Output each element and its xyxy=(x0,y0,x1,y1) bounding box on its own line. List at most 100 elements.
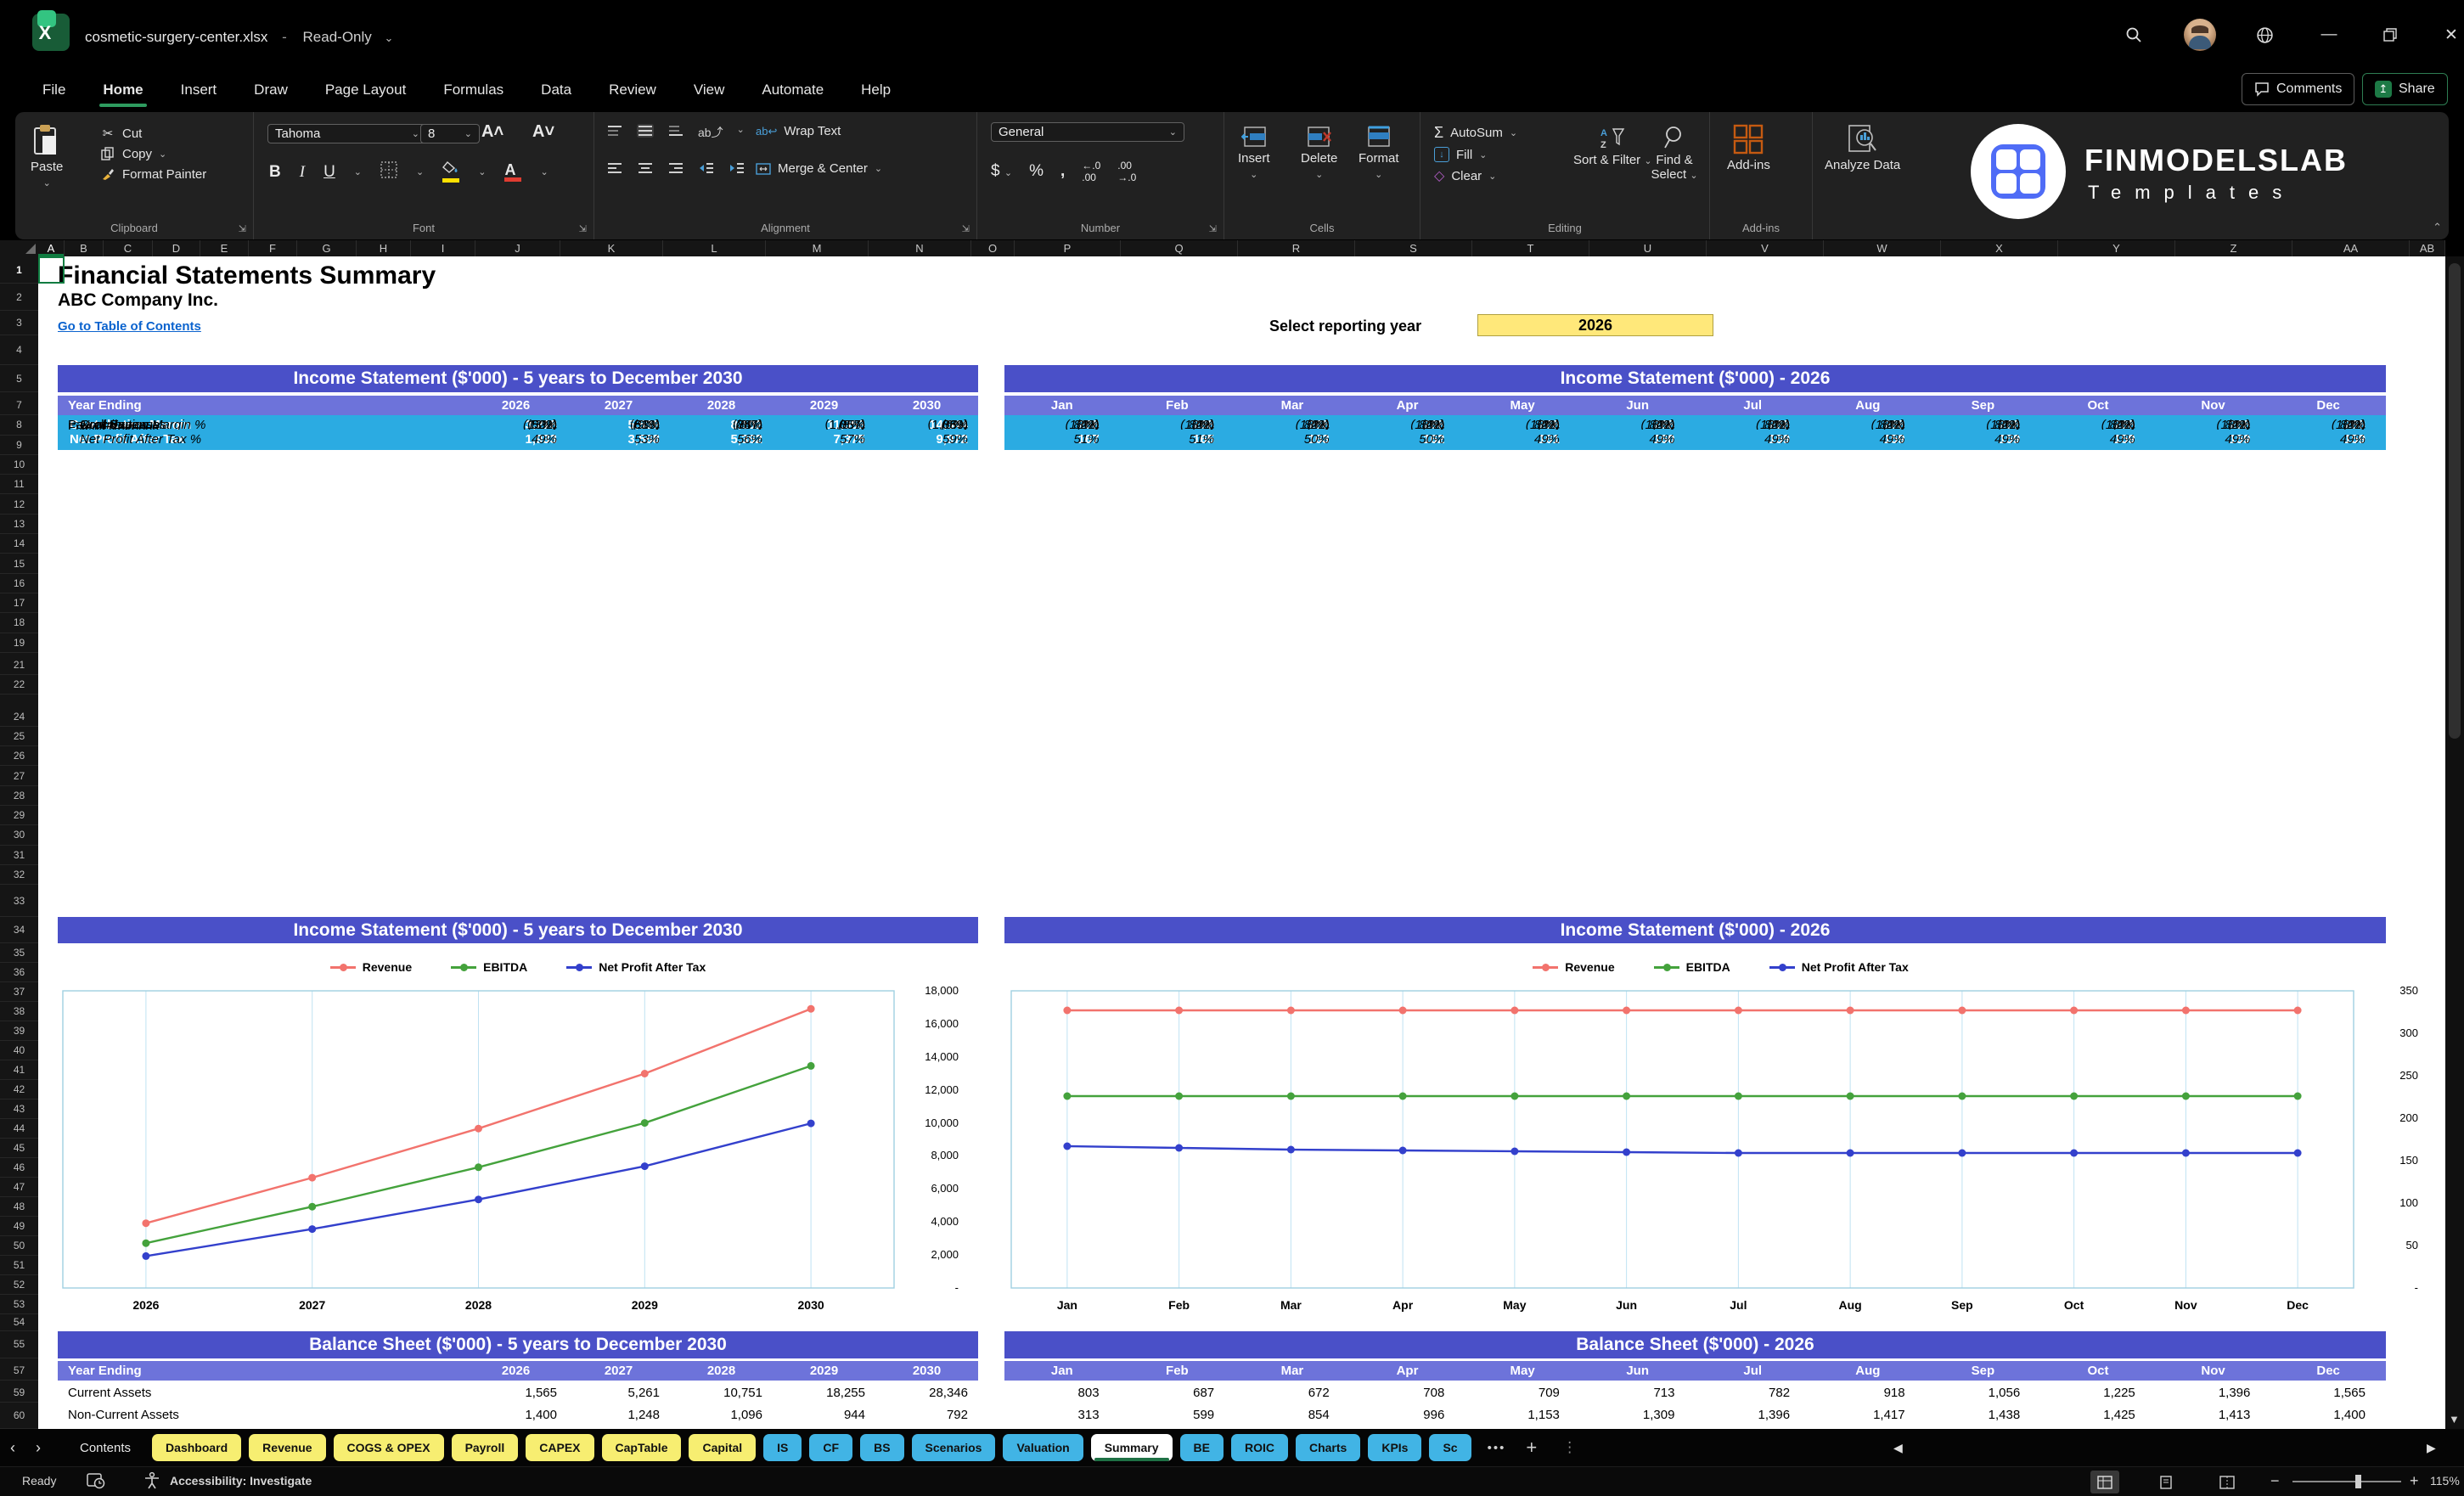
addins-button[interactable]: Add-ins xyxy=(1727,124,1770,172)
cell[interactable]: 49% xyxy=(1926,430,2041,449)
sheet-tab-contents[interactable]: Contents xyxy=(66,1434,144,1461)
cell[interactable]: May xyxy=(1465,1361,1580,1381)
cell[interactable]: 918 xyxy=(1810,1383,1926,1403)
vertical-scrollbar[interactable]: ▼ xyxy=(2445,256,2464,1429)
globe-icon[interactable] xyxy=(2252,22,2277,48)
column-header-AB[interactable]: AB xyxy=(2410,240,2445,256)
menu-tab-insert[interactable]: Insert xyxy=(162,71,236,109)
column-headers[interactable]: A B C D E F G H I J K L M N O P Q R S T U V W X Y Z AA AB xyxy=(38,240,2445,257)
menu-tab-automate[interactable]: Automate xyxy=(743,71,842,109)
row-header-22[interactable]: 22 xyxy=(0,675,38,695)
column-header-U[interactable]: U xyxy=(1589,240,1707,256)
column-header-Y[interactable]: Y xyxy=(2058,240,2175,256)
cell[interactable]: 944 xyxy=(773,1405,875,1425)
row-header-57[interactable]: 57 xyxy=(0,1361,38,1381)
sheet-tab-cogs-opex[interactable]: COGS & OPEX xyxy=(333,1434,444,1461)
cell[interactable]: Feb xyxy=(1120,396,1235,415)
accounting-format-button[interactable]: $ ⌄ xyxy=(991,162,1012,181)
cell[interactable]: 996 xyxy=(1350,1405,1465,1425)
menu-tab-page-layout[interactable]: Page Layout xyxy=(307,71,425,109)
borders-button[interactable] xyxy=(380,161,397,183)
sheet-tab-payroll[interactable]: Payroll xyxy=(451,1434,519,1461)
row-header-27[interactable]: 27 xyxy=(0,766,38,786)
page-break-view-icon[interactable] xyxy=(2213,1471,2242,1493)
merge-center-button[interactable]: Merge & Center ⌄ xyxy=(756,161,882,176)
format-painter-button[interactable]: Format Painter xyxy=(100,166,206,182)
display-settings-icon[interactable] xyxy=(87,1471,105,1493)
row-header-42[interactable]: 42 xyxy=(0,1080,38,1100)
grow-font-button[interactable]: A˄ xyxy=(481,122,503,142)
align-right-icon[interactable] xyxy=(667,161,684,175)
cell[interactable]: 49% xyxy=(1580,430,1696,449)
cell[interactable]: 51% xyxy=(1004,430,1120,449)
cell[interactable]: 57% xyxy=(773,430,875,449)
column-header-L[interactable]: L xyxy=(663,240,766,256)
cell[interactable]: 1,413 xyxy=(2156,1405,2271,1425)
cell[interactable]: 313 xyxy=(1004,1405,1120,1425)
sheet-tab-be[interactable]: BE xyxy=(1179,1434,1224,1461)
cell[interactable]: 803 xyxy=(1004,1383,1120,1403)
cell[interactable]: 1,096 xyxy=(670,1405,773,1425)
zoom-slider-thumb[interactable] xyxy=(2355,1475,2361,1488)
row-header-52[interactable]: 52 xyxy=(0,1275,38,1295)
row-header-17[interactable]: 17 xyxy=(0,593,38,614)
column-header-B[interactable]: B xyxy=(65,240,104,256)
number-format-select[interactable]: General ⌄ xyxy=(991,122,1184,142)
font-color-button[interactable]: A xyxy=(504,162,522,182)
cell[interactable]: Sep xyxy=(1926,396,2041,415)
cell[interactable]: Jul xyxy=(1695,1361,1810,1381)
tab-scroll-right-icon[interactable]: › xyxy=(25,1439,51,1457)
column-header-O[interactable]: O xyxy=(971,240,1015,256)
fill-button[interactable]: ↓ Fill ⌄ xyxy=(1434,147,1517,162)
row-header-4[interactable]: 4 xyxy=(0,335,38,365)
tab-splitter-icon[interactable]: ⋮ xyxy=(1562,1439,1577,1456)
column-header-I[interactable]: I xyxy=(411,240,475,256)
align-bottom-icon[interactable] xyxy=(667,124,684,138)
cell[interactable]: 854 xyxy=(1235,1405,1350,1425)
page-layout-view-icon[interactable] xyxy=(2152,1471,2180,1493)
cell[interactable]: 49% xyxy=(464,430,567,449)
select-all-corner[interactable] xyxy=(0,240,38,256)
shrink-font-button[interactable]: A˅ xyxy=(532,122,554,142)
zoom-out-button[interactable]: − xyxy=(2270,1472,2280,1490)
row-header-33[interactable]: 33 xyxy=(0,885,38,917)
column-header-S[interactable]: S xyxy=(1355,240,1472,256)
row-header-14[interactable]: 14 xyxy=(0,534,38,554)
column-header-F[interactable]: F xyxy=(249,240,297,256)
hscroll-right-icon[interactable]: ▶ xyxy=(2416,1441,2446,1455)
row-header-8[interactable]: 8 xyxy=(0,415,38,436)
font-name-select[interactable]: Tahoma ⌄ xyxy=(267,124,427,143)
row-header-2[interactable]: 2 xyxy=(0,284,38,311)
cell[interactable]: 59% xyxy=(875,430,978,449)
delete-cells-button[interactable]: Delete ⌄ xyxy=(1301,126,1337,180)
cell[interactable]: Non-Current Assets xyxy=(58,1405,464,1425)
menu-tab-view[interactable]: View xyxy=(675,71,744,109)
cell[interactable]: 599 xyxy=(1120,1405,1235,1425)
row-header-30[interactable]: 30 xyxy=(0,825,38,846)
cell[interactable]: Jun xyxy=(1580,396,1696,415)
align-center-icon[interactable] xyxy=(637,161,654,175)
sheet-tab-sc[interactable]: Sc xyxy=(1429,1434,1471,1461)
row-header-11[interactable]: 11 xyxy=(0,475,38,495)
cell[interactable]: 49% xyxy=(2040,430,2156,449)
sheet-tab-capital[interactable]: Capital xyxy=(689,1434,757,1461)
column-header-A[interactable]: A xyxy=(38,240,65,256)
cell[interactable]: 1,248 xyxy=(567,1405,670,1425)
row-header-51[interactable]: 51 xyxy=(0,1256,38,1275)
column-header-W[interactable]: W xyxy=(1824,240,1941,256)
row-header-44[interactable]: 44 xyxy=(0,1119,38,1139)
cell[interactable]: 50% xyxy=(1235,430,1350,449)
cell[interactable]: 51% xyxy=(1120,430,1235,449)
row-header-54[interactable]: 54 xyxy=(0,1314,38,1331)
hscroll-left-icon[interactable]: ◀ xyxy=(1883,1441,1913,1455)
row-header-47[interactable]: 47 xyxy=(0,1178,38,1197)
cell[interactable]: 2027 xyxy=(567,396,670,415)
menu-tab-review[interactable]: Review xyxy=(590,71,675,109)
cell[interactable]: 10,751 xyxy=(670,1383,773,1403)
underline-button[interactable]: U xyxy=(323,163,335,182)
autosum-button[interactable]: Σ AutoSum ⌄ xyxy=(1434,124,1517,142)
zoom-in-button[interactable]: + xyxy=(2410,1472,2419,1490)
sheet-tab-captable[interactable]: CapTable xyxy=(601,1434,682,1461)
align-middle-icon[interactable] xyxy=(637,124,654,138)
column-header-K[interactable]: K xyxy=(560,240,663,256)
